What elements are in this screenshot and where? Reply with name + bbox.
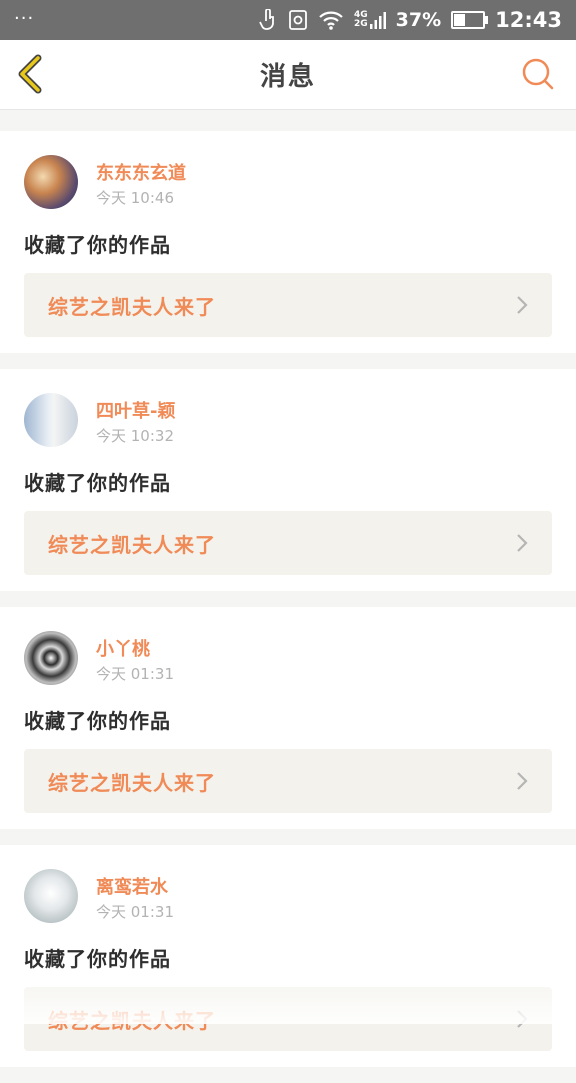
screenshot-icon — [289, 10, 307, 30]
message-card: 小丫桃 今天 01:31 收藏了你的作品 综艺之凯夫人来了 — [0, 607, 576, 829]
username[interactable]: 东东东玄道 — [96, 159, 186, 185]
app-header: 消息 — [0, 40, 576, 110]
work-title: 综艺之凯夫人来了 — [48, 771, 216, 795]
cellular-signal: 4G 2G — [354, 11, 386, 29]
status-bar: ··· 4G 2G 37% 12:43 — [0, 0, 576, 40]
chevron-right-icon — [517, 534, 528, 552]
message-card: 离鸾若水 今天 01:31 收藏了你的作品 综艺之凯夫人来了 — [0, 845, 576, 1067]
wifi-icon — [319, 11, 343, 30]
work-link[interactable]: 综艺之凯夫人来了 — [24, 987, 552, 1051]
battery-fill — [454, 14, 466, 26]
avatar[interactable] — [24, 393, 78, 447]
action-text: 收藏了你的作品 — [24, 947, 171, 971]
work-link[interactable]: 综艺之凯夫人来了 — [24, 749, 552, 813]
page-title: 消息 — [259, 62, 316, 92]
action-text: 收藏了你的作品 — [24, 471, 171, 495]
chevron-right-icon — [517, 1010, 528, 1028]
username[interactable]: 小丫桃 — [96, 635, 150, 661]
username[interactable]: 四叶草-颖 — [96, 397, 175, 423]
work-title: 综艺之凯夫人来了 — [48, 533, 216, 557]
network-type-label: 4G 2G — [354, 10, 368, 29]
username[interactable]: 离鸾若水 — [96, 873, 168, 899]
avatar[interactable] — [24, 631, 78, 685]
touch-icon — [259, 9, 274, 30]
more-notifications-icon: ··· — [14, 8, 35, 29]
timestamp: 今天 01:31 — [96, 903, 174, 921]
search-button[interactable] — [520, 56, 556, 92]
work-link[interactable]: 综艺之凯夫人来了 — [24, 511, 552, 575]
work-link[interactable]: 综艺之凯夫人来了 — [24, 273, 552, 337]
timestamp: 今天 10:32 — [96, 427, 174, 445]
message-card: 东东东玄道 今天 10:46 收藏了你的作品 综艺之凯夫人来了 — [0, 131, 576, 353]
work-title: 综艺之凯夫人来了 — [48, 295, 216, 319]
battery-icon — [451, 11, 489, 29]
avatar[interactable] — [24, 869, 78, 923]
message-card: 四叶草-颖 今天 10:32 收藏了你的作品 综艺之凯夫人来了 — [0, 369, 576, 591]
chevron-right-icon — [517, 772, 528, 790]
timestamp: 今天 01:31 — [96, 665, 174, 683]
action-text: 收藏了你的作品 — [24, 233, 171, 257]
signal-bars-icon — [369, 12, 386, 29]
avatar[interactable] — [24, 155, 78, 209]
timestamp: 今天 10:46 — [96, 189, 174, 207]
chevron-right-icon — [517, 296, 528, 314]
action-text: 收藏了你的作品 — [24, 709, 171, 733]
battery-percent: 37% — [395, 9, 442, 31]
work-title: 综艺之凯夫人来了 — [48, 1009, 216, 1033]
clock: 12:43 — [495, 8, 562, 32]
message-list: 东东东玄道 今天 10:46 收藏了你的作品 综艺之凯夫人来了 四叶草-颖 今天… — [0, 131, 576, 1083]
